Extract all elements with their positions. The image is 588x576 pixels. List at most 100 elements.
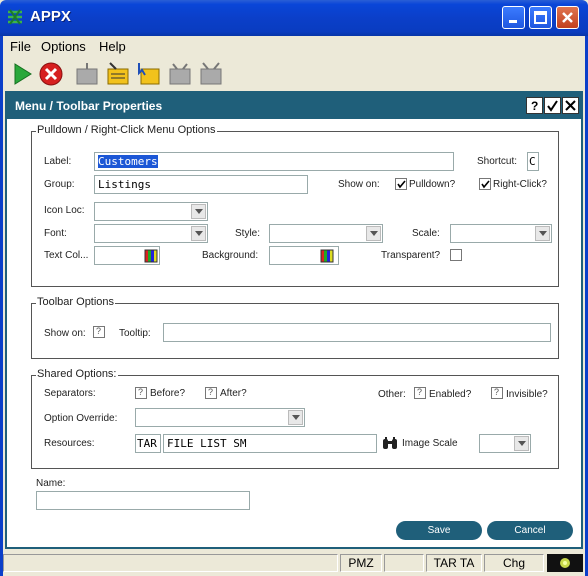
- menu-help[interactable]: Help: [99, 39, 126, 54]
- before-checkbox[interactable]: ?: [135, 387, 147, 399]
- dropdown-arrow[interactable]: [535, 226, 550, 241]
- after-label: After?: [220, 388, 247, 399]
- option-override-label: Option Override:: [44, 413, 118, 424]
- after-checkbox[interactable]: ?: [205, 387, 217, 399]
- dropdown-arrow[interactable]: [191, 226, 206, 241]
- status-bar: PMZ TAR TA Chg: [3, 552, 585, 573]
- menu-bar: File Options Help: [0, 36, 588, 58]
- toolbar-options-group: Toolbar Options Show on: ? Tooltip:: [31, 296, 559, 359]
- close-icon: [565, 100, 576, 111]
- font-label: Font:: [44, 228, 67, 239]
- delete-item-icon[interactable]: [167, 61, 193, 87]
- color-picker-icon[interactable]: [320, 249, 334, 263]
- help-button[interactable]: ?: [526, 97, 543, 114]
- indeterminate-icon: ?: [96, 326, 102, 336]
- minimize-icon: [509, 20, 517, 23]
- minimize-button[interactable]: [502, 6, 525, 29]
- invisible-label: Invisible?: [506, 389, 548, 400]
- shortcut-field[interactable]: C: [527, 152, 539, 171]
- show-on-label: Show on:: [338, 179, 380, 190]
- name-label: Name:: [36, 478, 66, 489]
- enabled-label: Enabled?: [429, 389, 472, 400]
- binoculars-icon[interactable]: [382, 436, 398, 450]
- status-message: [3, 554, 338, 572]
- ok-button[interactable]: [544, 97, 561, 114]
- close-icon: [562, 12, 573, 23]
- label-field[interactable]: Customers: [94, 152, 454, 171]
- maximize-button[interactable]: [529, 6, 552, 29]
- close-window-button[interactable]: [556, 6, 579, 29]
- chevron-down-icon: [195, 231, 203, 236]
- resource-app-field[interactable]: TAR: [135, 434, 161, 453]
- scale-select[interactable]: [450, 224, 552, 243]
- window-frame-left: [0, 90, 3, 576]
- transparent-label: Transparent?: [381, 250, 441, 261]
- image-scale-label: Image Scale: [402, 438, 458, 449]
- dropdown-arrow[interactable]: [191, 204, 206, 219]
- chevron-down-icon: [195, 209, 203, 214]
- checkmark-icon: [547, 100, 558, 112]
- group-label: Group:: [44, 179, 75, 190]
- status-segment-1: PMZ: [340, 554, 382, 572]
- group-field[interactable]: Listings: [94, 175, 308, 194]
- cancel-icon[interactable]: [38, 61, 64, 87]
- status-segment-2: [384, 554, 424, 572]
- maximize-icon: [534, 11, 547, 24]
- right-click-checkbox[interactable]: [479, 178, 491, 190]
- background-label: Background:: [202, 250, 259, 261]
- tooltip-label: Tooltip:: [119, 328, 151, 339]
- toolbar: [0, 58, 588, 90]
- tooltip-field[interactable]: [163, 323, 551, 342]
- separators-label: Separators:: [44, 388, 96, 399]
- resources-label: Resources:: [44, 438, 95, 449]
- right-click-label: Right-Click?: [493, 179, 547, 190]
- dropdown-arrow[interactable]: [288, 410, 303, 425]
- indeterminate-icon: ?: [417, 387, 423, 397]
- new-item-icon[interactable]: [74, 61, 100, 87]
- name-field[interactable]: [36, 491, 250, 510]
- indeterminate-icon: ?: [208, 387, 214, 397]
- cancel-button[interactable]: Cancel: [487, 521, 573, 540]
- menu-options[interactable]: Options: [41, 39, 86, 54]
- dialog-close-button[interactable]: [562, 97, 579, 114]
- run-icon[interactable]: [9, 61, 35, 87]
- image-scale-select[interactable]: [479, 434, 531, 453]
- toolbar-show-on-checkbox[interactable]: ?: [93, 326, 105, 338]
- inquire-item-icon[interactable]: [198, 61, 224, 87]
- toolbar-show-on-label: Show on:: [44, 328, 86, 339]
- style-select[interactable]: [269, 224, 383, 243]
- style-label: Style:: [235, 228, 261, 239]
- shared-options-group: Shared Options: Separators: ? Before? ? …: [31, 368, 559, 469]
- dialog-title: Menu / Toolbar Properties: [15, 99, 163, 113]
- dropdown-arrow[interactable]: [514, 436, 529, 451]
- select-item-icon[interactable]: [136, 61, 162, 87]
- checkmark-icon: [481, 180, 490, 189]
- shared-options-legend: Shared Options:: [36, 368, 118, 380]
- invisible-checkbox[interactable]: ?: [491, 387, 503, 399]
- font-select[interactable]: [94, 224, 208, 243]
- enabled-checkbox[interactable]: ?: [414, 387, 426, 399]
- window-titlebar: APPX: [0, 0, 588, 36]
- save-button[interactable]: Save: [396, 521, 482, 540]
- checkmark-icon: [397, 180, 406, 189]
- resource-name-field[interactable]: FILE LIST SM: [163, 434, 377, 453]
- window-title: APPX: [30, 8, 71, 25]
- chevron-down-icon: [518, 441, 526, 446]
- svg-text:?: ?: [531, 99, 538, 112]
- pulldown-options-group: Pulldown / Right-Click Menu Options Labe…: [31, 124, 559, 287]
- chevron-down-icon: [370, 231, 378, 236]
- pulldown-checkbox[interactable]: [395, 178, 407, 190]
- option-override-select[interactable]: [135, 408, 305, 427]
- dropdown-arrow[interactable]: [366, 226, 381, 241]
- menu-file[interactable]: File: [10, 39, 31, 54]
- icon-loc-label: Icon Loc:: [44, 205, 85, 216]
- transparent-checkbox[interactable]: [450, 249, 462, 261]
- status-segment-4: Chg: [484, 554, 544, 572]
- color-picker-icon[interactable]: [144, 249, 158, 263]
- icon-loc-select[interactable]: [94, 202, 208, 221]
- dialog-titlebar: Menu / Toolbar Properties ?: [7, 93, 581, 119]
- activity-indicator-icon: [547, 554, 583, 572]
- edit-item-icon[interactable]: [105, 61, 131, 87]
- menu-toolbar-properties-dialog: Menu / Toolbar Properties ? Pulldown / R…: [5, 91, 583, 549]
- label-label: Label:: [44, 156, 72, 167]
